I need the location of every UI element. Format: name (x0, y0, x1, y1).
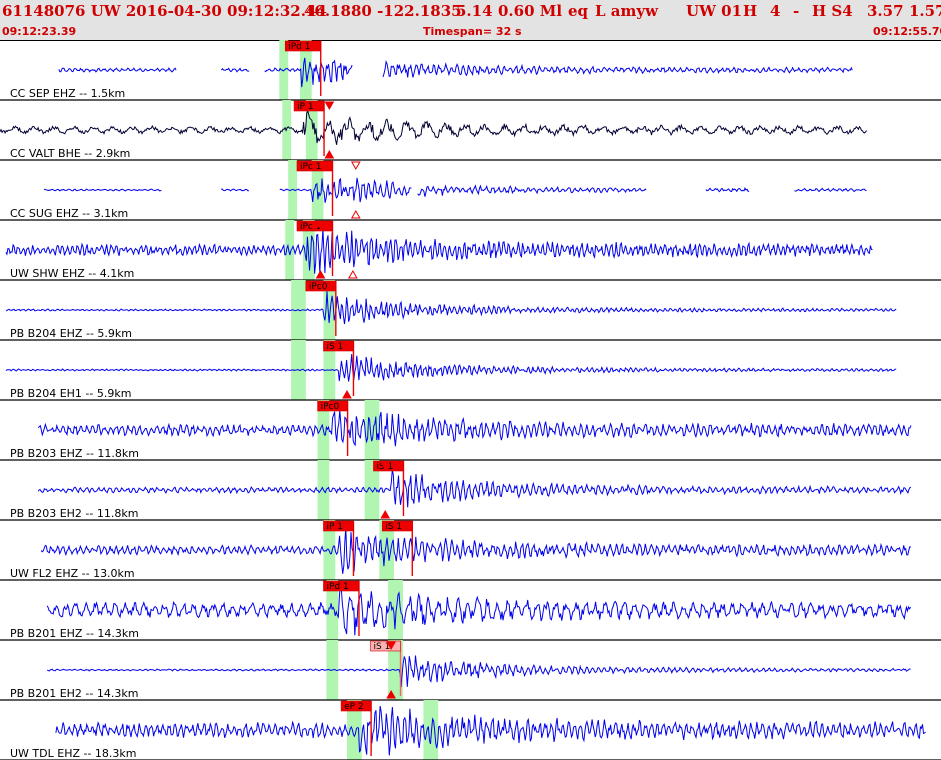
arrival-marker-up (315, 269, 326, 279)
pick-label: iS 1 (326, 342, 343, 352)
channel-row-10: iS 1PB B201 EH2 -- 14.3km (0, 640, 941, 701)
event-header: 61148076 UW 2016-04-30 09:12:32.44 46.18… (0, 0, 941, 41)
waveform-trace (0, 109, 867, 145)
event-version: 4 (770, 2, 781, 20)
arrival-marker-down (350, 161, 361, 171)
event-quality: H S4 (812, 2, 853, 20)
pick-label: iPc 1 (300, 162, 321, 172)
arrival-marker-up (324, 149, 335, 159)
channel-row-8: iP 1 iS 1 UW FL2 EHZ -- 13.0km (0, 520, 941, 581)
event-magnitude: 0.60 Ml (498, 2, 563, 20)
event-id-time: 61148076 UW 2016-04-30 09:12:32.44 (2, 2, 327, 20)
waveform-trace (40, 527, 912, 574)
channel-row-0: iPd 1 CC SEP EHZ -- 1.5km (0, 40, 941, 101)
channel-label: CC SUG EHZ -- 3.1km (10, 207, 128, 220)
event-summary-line: 61148076 UW 2016-04-30 09:12:32.44 46.18… (2, 2, 941, 24)
channel-row-6: iPc0 PB B203 EHZ -- 11.8km (0, 400, 941, 461)
channel-label: PB B201 EH2 -- 14.3km (10, 687, 138, 700)
channel-row-3: iPc 1UW SHW EHZ -- 4.1km (0, 220, 941, 281)
channel-label: UW TDL EHZ -- 18.3km (10, 747, 137, 760)
channel-label: CC SEP EHZ -- 1.5km (10, 87, 125, 100)
waveform-trace (37, 469, 912, 508)
waveform-trace (5, 354, 897, 382)
waveform-trace (46, 582, 912, 636)
arrival-marker-down (324, 101, 335, 111)
channel-row-5: iS 1 PB B204 EH1 -- 5.9km (0, 340, 941, 401)
arrival-marker-up (348, 269, 358, 279)
start-time: 09:12:23.39 (2, 25, 77, 38)
pick-window-11-1 (423, 700, 439, 760)
channel-row-7: iS 1PB B203 EH2 -- 11.8km (0, 460, 941, 521)
waveform-trace (46, 655, 911, 688)
event-source: L amyw (595, 2, 658, 20)
waveform-trace (37, 410, 912, 447)
arrival-marker-up (380, 509, 391, 519)
timespan: Timespan= 32 s (423, 25, 522, 38)
event-type: eq (568, 2, 589, 20)
pick-label: iPd 1 (288, 42, 310, 52)
event-location: 46.1880 -122.1835 (304, 2, 462, 20)
waveform-trace (43, 177, 867, 203)
pick-label: iS 1 (385, 522, 402, 532)
channel-row-1: iP 1 CC VALT BHE -- 2.9km (0, 100, 941, 161)
event-network: UW 01 (686, 2, 743, 20)
pick-label: iPd 1 (326, 582, 348, 592)
waveform-trace (5, 228, 873, 274)
arrival-marker-up (350, 209, 361, 219)
channel-label: PB B204 EHZ -- 5.9km (10, 327, 132, 340)
arrival-marker-up (342, 389, 352, 399)
channel-label: PB B203 EH2 -- 11.8km (10, 507, 138, 520)
waveform-trace (55, 705, 926, 756)
pick-label: iPc0 (321, 402, 340, 412)
channel-label: CC VALT BHE -- 2.9km (10, 147, 130, 160)
event-dash: - (793, 2, 800, 20)
channel-label: PB B201 EHZ -- 14.3km (10, 627, 139, 640)
pick-label: iP 1 (297, 102, 314, 112)
channel-label: PB B203 EHZ -- 11.8km (10, 447, 139, 460)
waveform-trace (5, 291, 897, 325)
seismogram-plot[interactable]: iPd 1 CC SEP EHZ -- 1.5km iP 1 CC VALT BHE … (0, 40, 941, 760)
event-value-b: 1.57 (909, 2, 941, 20)
waveform-trace (58, 57, 853, 88)
pick-window-6-1 (364, 400, 380, 460)
channel-label: UW SHW EHZ -- 4.1km (10, 267, 134, 280)
pick-label: eP 2 (344, 702, 364, 712)
end-time: 09:12:55.70 (873, 25, 941, 38)
event-depth: 5.14 (456, 2, 493, 20)
channel-label: UW FL2 EHZ -- 13.0km (10, 567, 135, 580)
pick-label: iP 1 (326, 522, 343, 532)
channel-row-9: iPd 1 PB B201 EHZ -- 14.3km (0, 580, 941, 641)
event-flag-h: H (743, 2, 758, 20)
event-value-a: 3.57 (867, 2, 904, 20)
channel-label: PB B204 EH1 -- 5.9km (10, 387, 131, 400)
channel-row-4: iPc0 PB B204 EHZ -- 5.9km (0, 280, 941, 341)
pick-label: iPc0 (309, 282, 328, 292)
channel-row-11: eP 2 UW TDL EHZ -- 18.3km (0, 700, 941, 760)
channel-row-2: iPc 1 CC SUG EHZ -- 3.1km (0, 160, 941, 221)
